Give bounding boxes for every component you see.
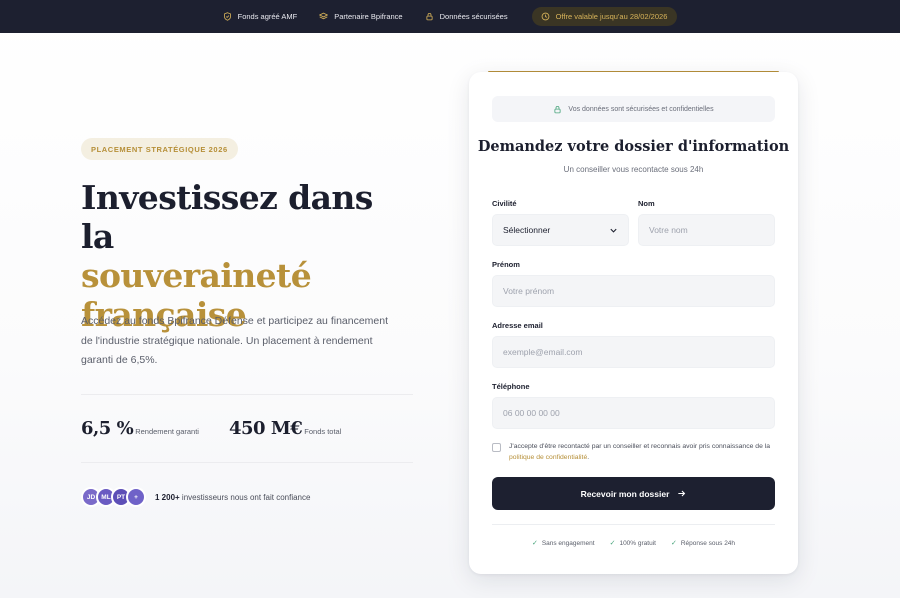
offer-badge: Offre valable jusqu'au 28/02/2026: [531, 7, 678, 26]
nom-label: Nom: [638, 199, 655, 208]
consent-text: J'accepte d'être recontacté par un conse…: [509, 441, 775, 463]
category-badge: PLACEMENT STRATÉGIQUE 2026: [81, 138, 238, 160]
form-title: Demandez votre dossier d'information: [477, 138, 790, 155]
stat-yield-label: Rendement garanti: [135, 427, 199, 436]
headline-gold-1: souveraineté: [81, 256, 312, 295]
partner-label: Partenaire Bpifrance: [334, 12, 403, 21]
amf-label: Fonds agréé AMF: [237, 12, 298, 21]
offer-label: Offre valable jusqu'au 28/02/2026: [555, 12, 668, 21]
check-icon: ✓: [531, 540, 538, 547]
info-request-card: Vos données sont sécurisées et confident…: [469, 72, 798, 574]
lock-icon: [426, 12, 433, 21]
check-icon: ✓: [670, 540, 677, 547]
top-bar: Fonds agréé AMF Partenaire Bpifrance Don…: [0, 0, 900, 33]
consent-checkbox[interactable]: [492, 443, 501, 452]
partner-item: Partenaire Bpifrance: [319, 12, 403, 21]
card-divider: [492, 524, 775, 525]
consent-end: .: [587, 454, 590, 461]
stat-fund-label: Fonds total: [304, 427, 342, 436]
submit-label: Recevoir mon dossier: [580, 488, 670, 499]
stats-row: 6,5 % Rendement garanti 450 M€ Fonds tot…: [81, 418, 341, 439]
layers-icon: [319, 12, 329, 20]
submit-button[interactable]: Recevoir mon dossier: [492, 477, 775, 510]
stat-yield: 6,5 % Rendement garanti: [81, 418, 199, 439]
phone-input[interactable]: 06 00 00 00 00: [492, 397, 775, 429]
headline-line-1: Investissez dans la: [81, 178, 373, 256]
amf-item: Fonds agréé AMF: [223, 12, 298, 21]
civilite-value: Sélectionner: [503, 225, 551, 235]
investors-suffix: investisseurs nous ont fait confiance: [179, 492, 311, 502]
stat-fund-value: 450 M€: [228, 418, 303, 439]
consent-main: J'accepte d'être recontacté par un conse…: [509, 443, 771, 450]
email-label: Adresse email: [492, 321, 543, 330]
hero-headline: Investissez dans la souveraineté françai…: [81, 178, 411, 334]
perk-label: Réponse sous 24h: [680, 539, 736, 547]
perk-label: Sans engagement: [541, 539, 595, 547]
check-icon: ✓: [609, 540, 616, 547]
shield-check-icon: [223, 12, 231, 21]
investors-proof: JD ML PT + 1 200+ investisseurs nous ont…: [81, 487, 310, 507]
stat-yield-value: 6,5 %: [81, 418, 134, 439]
avatar-group: JD ML PT +: [81, 487, 146, 507]
consent-row: J'accepte d'être recontacté par un conse…: [492, 441, 775, 463]
prenom-input[interactable]: Votre prénom: [492, 275, 775, 307]
divider-bottom: [81, 462, 413, 463]
avatar-more: +: [126, 487, 146, 507]
stat-fund: 450 M€ Fonds total: [229, 418, 341, 439]
perk-item: ✓ Réponse sous 24h: [670, 539, 736, 548]
secure-note-text: Vos données sont sécurisées et confident…: [568, 105, 714, 113]
prenom-label: Prénom: [492, 260, 520, 269]
perk-item: ✓ Sans engagement: [531, 539, 595, 548]
chevron-down-icon: [610, 228, 617, 233]
civilite-select[interactable]: Sélectionner: [492, 214, 629, 246]
form-subtitle: Un conseiller vous recontacte sous 24h: [563, 165, 704, 174]
secure-label: Données sécurisées: [439, 12, 508, 21]
arrow-right-icon: [678, 490, 686, 497]
nom-input[interactable]: Votre nom: [638, 214, 775, 246]
investors-count: 1 200+: [155, 492, 180, 502]
secure-note: Vos données sont sécurisées et confident…: [492, 96, 775, 122]
secure-item: Données sécurisées: [425, 12, 508, 21]
perk-item: ✓ 100% gratuit: [609, 539, 656, 548]
phone-label: Téléphone: [492, 382, 530, 391]
clock-icon: [541, 12, 549, 21]
lock-icon: [554, 105, 561, 113]
perk-label: 100% gratuit: [619, 539, 656, 547]
privacy-policy-link[interactable]: politique de confidentialité: [509, 454, 587, 461]
email-input[interactable]: exemple@email.com: [492, 336, 775, 368]
civilite-label: Civilité: [492, 199, 517, 208]
perks-row: ✓ Sans engagement ✓ 100% gratuit ✓ Réponse …: [469, 539, 798, 548]
hero-description: Accédez au fonds Bpifrance Défense et pa…: [81, 315, 389, 366]
divider-top: [81, 394, 413, 395]
investors-text: 1 200+ investisseurs nous ont fait confi…: [155, 493, 310, 502]
